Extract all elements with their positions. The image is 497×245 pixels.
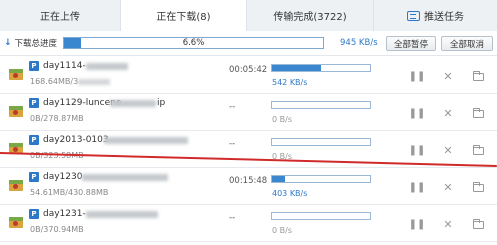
cancel-all-button[interactable]: 全部取消	[441, 36, 493, 51]
download-row[interactable]: P day1230 54.61MB/430.88MB 00:15:48 403 …	[0, 168, 497, 205]
total-progress-text: 下载总进度	[14, 39, 58, 49]
p-badge-icon: P	[29, 135, 39, 145]
p-badge-icon: P	[29, 172, 39, 182]
total-progress-percent: 6.6%	[182, 38, 205, 48]
tab-push-tasks[interactable]: 推送任务	[374, 0, 497, 31]
file-name: day1114-	[43, 61, 86, 71]
file-progress-bar	[271, 175, 371, 183]
push-task-icon	[407, 10, 420, 21]
file-progress-bar	[271, 138, 371, 146]
folder-icon[interactable]	[472, 218, 484, 230]
pause-all-button[interactable]: 全部暂停	[386, 36, 436, 51]
archive-file-icon	[9, 180, 23, 191]
redacted-name	[86, 211, 158, 218]
archive-file-icon	[9, 106, 23, 117]
tab-uploading-label: 正在上传	[40, 12, 80, 23]
file-progress-fill	[272, 176, 285, 182]
close-icon[interactable]: ✕	[442, 181, 454, 194]
pause-icon[interactable]: ❚❚	[409, 70, 426, 82]
pause-icon[interactable]: ❚❚	[409, 144, 426, 156]
file-progress-bar	[271, 212, 371, 220]
p-badge-icon: P	[29, 209, 39, 219]
total-speed: 945 KB/s	[340, 38, 378, 48]
redacted-size	[78, 79, 110, 85]
tab-downloading[interactable]: 正在下载(8)	[121, 0, 247, 32]
download-row[interactable]: P day1114- 168.64MB/3 00:05:42 542 KB/s …	[0, 57, 497, 94]
remaining-time: --	[229, 213, 236, 223]
close-icon[interactable]: ✕	[442, 107, 454, 120]
file-progress-bar	[271, 101, 371, 109]
file-name: day2013-0103	[43, 135, 109, 145]
redacted-name	[82, 174, 168, 181]
download-row[interactable]: P day1129-luncene ip 0B/278.87MB -- 0 B/…	[0, 94, 497, 131]
folder-icon[interactable]	[472, 181, 484, 193]
file-progress-bar	[271, 64, 371, 72]
redacted-name	[104, 137, 188, 144]
file-speed: 403 KB/s	[272, 189, 308, 198]
redacted-name	[86, 63, 128, 70]
file-size: 168.64MB/3	[30, 77, 79, 86]
archive-file-icon	[9, 217, 23, 228]
tab-completed-label: 传输完成(3722)	[273, 12, 347, 23]
file-name: day1231-	[43, 209, 86, 219]
file-size: 0B/278.87MB	[30, 114, 84, 123]
pause-icon[interactable]: ❚❚	[409, 107, 426, 119]
remaining-time: --	[229, 139, 236, 149]
file-size: 54.61MB/430.88MB	[30, 188, 109, 197]
close-icon[interactable]: ✕	[442, 218, 454, 231]
pause-icon[interactable]: ❚❚	[409, 218, 426, 230]
download-summary: ↓ 下载总进度 6.6% 945 KB/s 全部暂停 全部取消	[0, 31, 497, 56]
file-progress-fill	[272, 65, 321, 71]
pause-icon[interactable]: ❚❚	[409, 181, 426, 193]
close-icon[interactable]: ✕	[442, 144, 454, 157]
file-speed: 542 KB/s	[272, 78, 308, 87]
folder-icon[interactable]	[472, 144, 484, 156]
archive-file-icon	[9, 69, 23, 80]
tab-push-tasks-label: 推送任务	[424, 12, 464, 23]
file-speed: 0 B/s	[272, 226, 292, 235]
file-speed: 0 B/s	[272, 115, 292, 124]
tab-downloading-label: 正在下载(8)	[156, 12, 211, 23]
tab-uploading[interactable]: 正在上传	[0, 0, 121, 31]
close-icon[interactable]: ✕	[442, 70, 454, 83]
total-progress-label: ↓ 下载总进度	[4, 37, 57, 49]
p-badge-icon: P	[29, 98, 39, 108]
transfer-tabs: 正在上传 正在下载(8) 传输完成(3722) 推送任务	[0, 0, 497, 32]
tab-completed[interactable]: 传输完成(3722)	[247, 0, 374, 31]
folder-icon[interactable]	[472, 107, 484, 119]
file-name: day1230	[43, 172, 83, 182]
redacted-name	[110, 100, 156, 107]
remaining-time: 00:15:48	[229, 176, 268, 186]
file-name-extension: ip	[157, 98, 166, 108]
p-badge-icon: P	[29, 61, 39, 71]
download-row[interactable]: P day1231- 0B/370.94MB -- 0 B/s ❚❚ ✕	[0, 205, 497, 242]
file-size: 0B/370.94MB	[30, 225, 84, 234]
folder-icon[interactable]	[472, 70, 484, 82]
remaining-time: 00:05:42	[229, 65, 268, 75]
remaining-time: --	[229, 102, 236, 112]
total-progress-bar: 6.6%	[63, 37, 324, 49]
download-arrow-icon: ↓	[4, 38, 12, 48]
